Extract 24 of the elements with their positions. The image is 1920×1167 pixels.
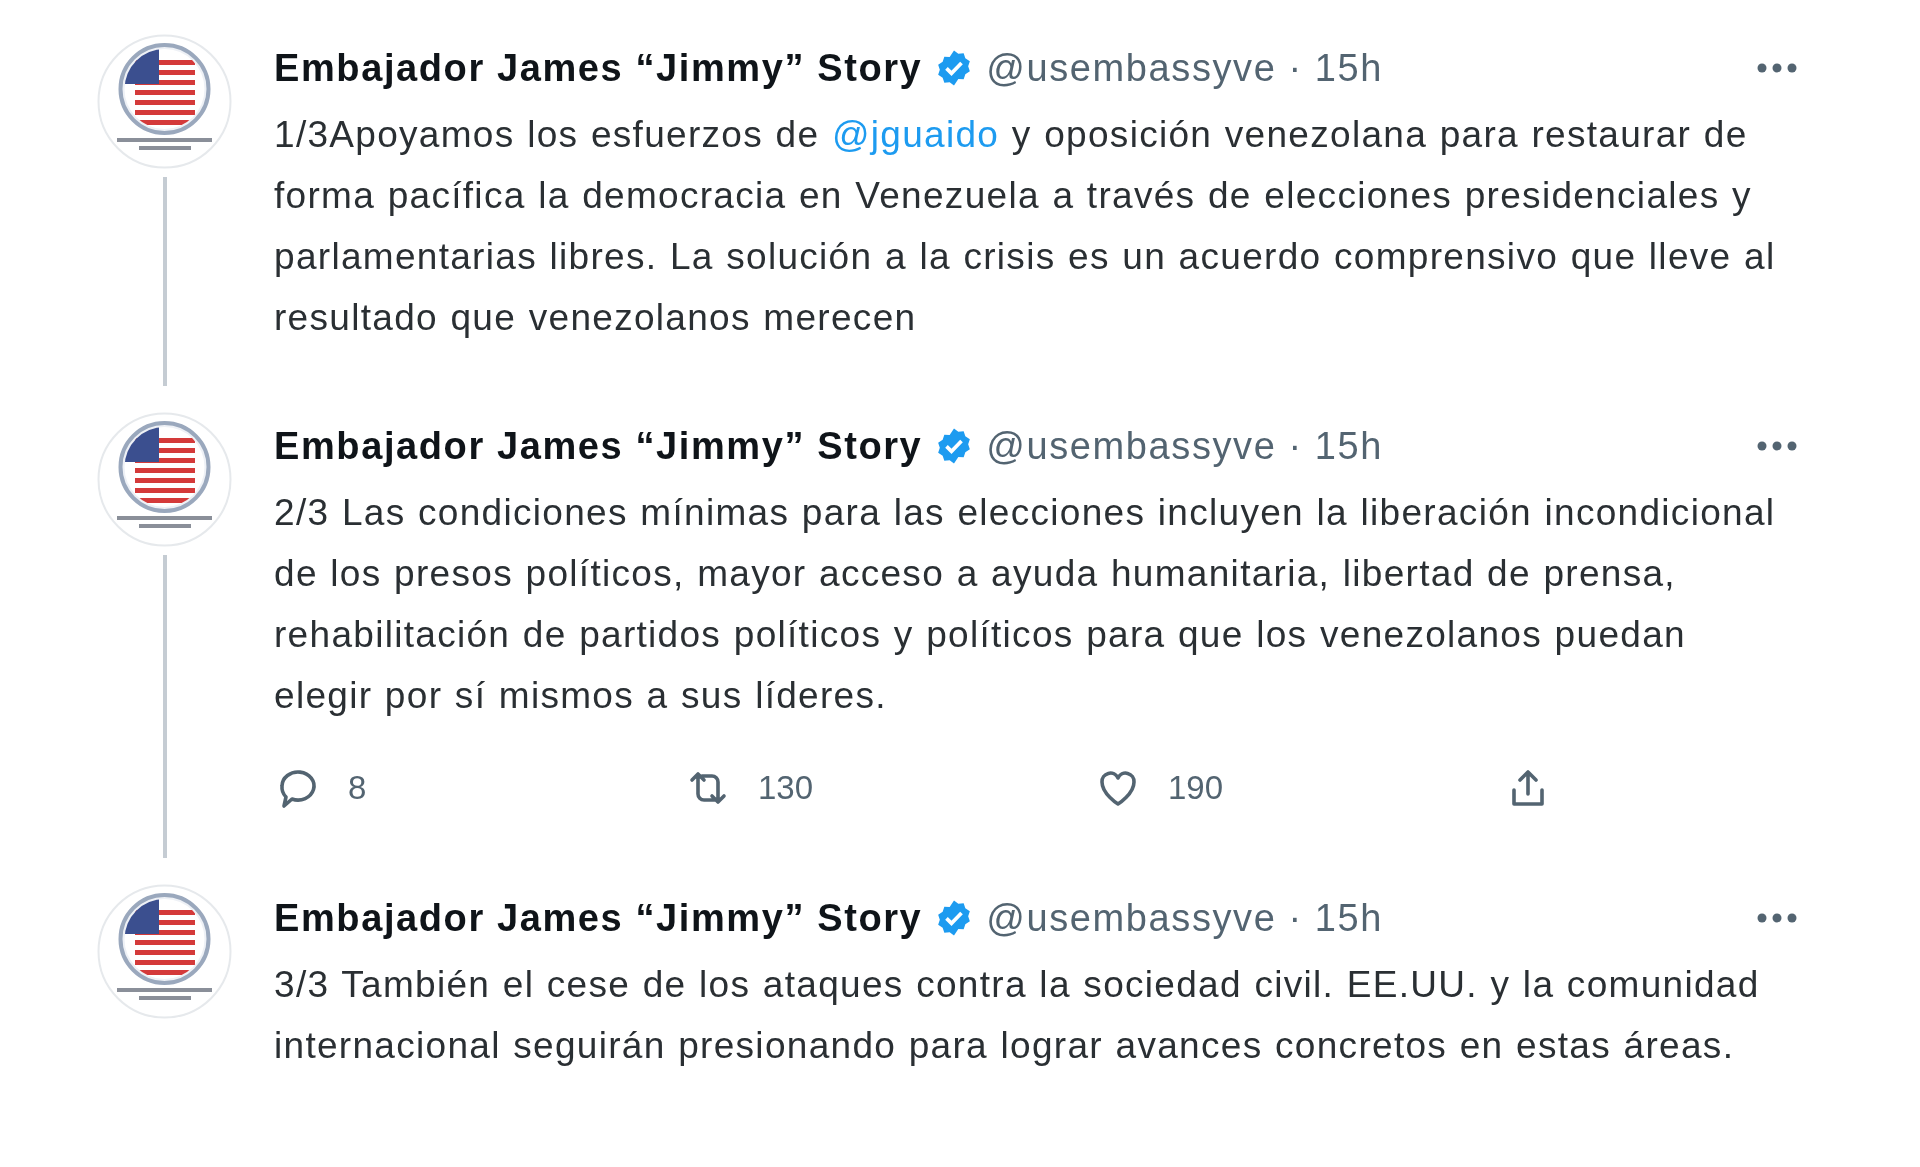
tweet-text: 2/3 Las condiciones mínimas para las elecciones incluyen la liberación incondicional de los presos políticos, mayor acceso a ayuda humanitaria, libertad de prensa, rehabilitación de partidos políticos y políticos para que los venezolanos puedan elegir por sí mismos a sus líderes. xyxy=(274,491,1777,718)
retweet-button[interactable]: 130 xyxy=(684,764,1094,812)
separator: · xyxy=(1288,46,1303,90)
timestamp[interactable]: 15h xyxy=(1314,424,1383,468)
user-handle[interactable]: @usembassyve xyxy=(986,46,1277,90)
separator: · xyxy=(1288,896,1303,940)
user-handle[interactable]: @usembassyve xyxy=(986,424,1277,468)
timestamp[interactable]: 15h xyxy=(1314,896,1383,940)
user-handle[interactable]: @usembassyve xyxy=(986,896,1277,940)
author-name[interactable]: Embajador James “Jimmy” Story xyxy=(274,424,923,468)
author-name[interactable]: Embajador James “Jimmy” Story xyxy=(274,46,923,90)
more-options-icon[interactable] xyxy=(1756,62,1798,74)
tweet-text: 3/3 También el cese de los ataques contra la sociedad civil. EE.UU. y la comunidad internacional seguirán presionando para lograr avances concretos en estas áreas. xyxy=(274,963,1761,1068)
tweet-text: 1/3Apoyamos los esfuerzos de @jguaido y oposición venezolana para restaurar de forma pacífica la democracia en Venezuela a través de elecciones presidenciales y parlamentarias libres. La solución a la crisis es un acuerdo comprensivo que lleve al resultado que venezolanos merecen xyxy=(274,113,1777,340)
like-button[interactable]: 190 xyxy=(1094,764,1504,812)
reply-button[interactable]: 8 xyxy=(274,764,684,812)
separator: · xyxy=(1288,424,1303,468)
avatar-icon[interactable] xyxy=(97,412,232,547)
more-options-icon[interactable] xyxy=(1756,440,1798,452)
avatar-icon[interactable] xyxy=(97,884,232,1019)
timestamp[interactable]: 15h xyxy=(1314,46,1383,90)
more-options-icon[interactable] xyxy=(1756,912,1798,924)
avatar-icon[interactable] xyxy=(97,34,232,169)
author-name[interactable]: Embajador James “Jimmy” Story xyxy=(274,896,923,940)
